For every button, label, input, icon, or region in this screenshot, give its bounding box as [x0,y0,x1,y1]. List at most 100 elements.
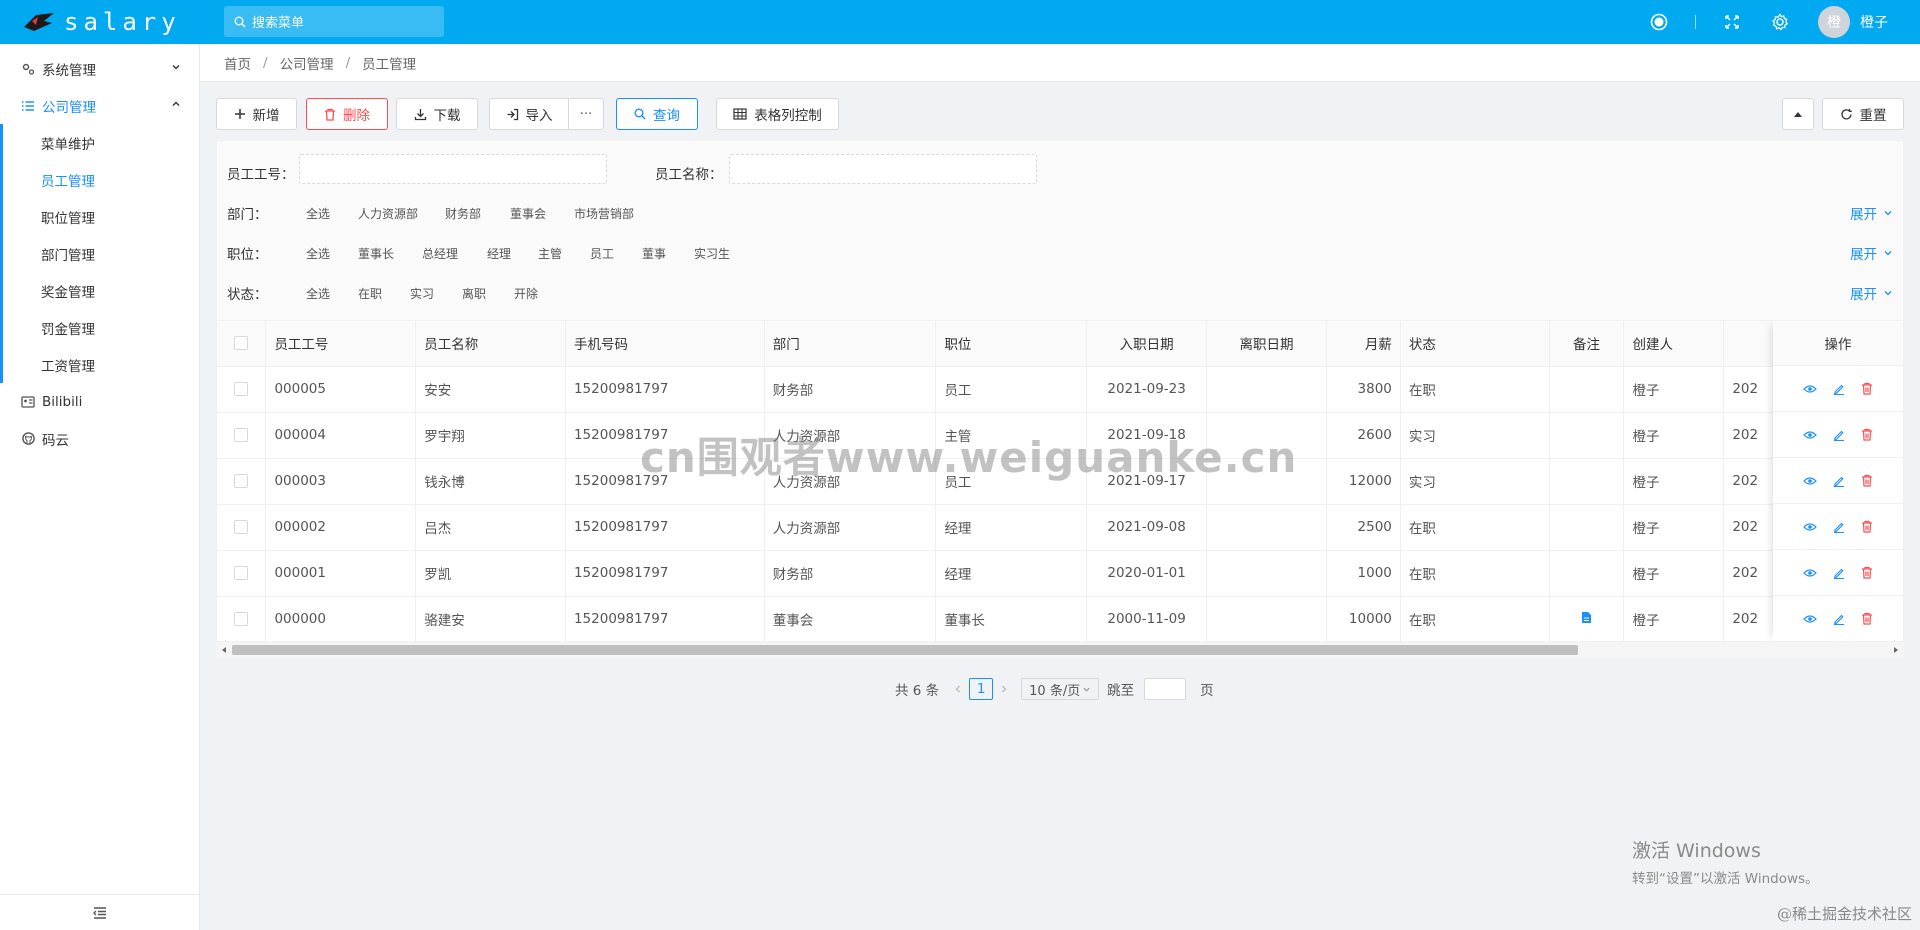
reset-button[interactable]: 重置 [1822,98,1904,130]
view-eye-icon[interactable] [1803,522,1817,532]
edit-pencil-icon[interactable] [1833,567,1845,579]
pos-option[interactable]: 主管 [538,245,562,262]
menu-search-input[interactable]: 搜索菜单 [224,6,444,37]
scroll-right-icon[interactable] [1892,646,1900,654]
row-checkbox[interactable] [217,458,267,505]
pos-option[interactable]: 董事长 [358,245,394,262]
sidebar-subitem-bonus[interactable]: 奖金管理 [3,272,199,309]
row-checkbox[interactable] [217,412,267,459]
page-size-select[interactable]: 10 条/页 [1021,678,1100,700]
table-horizontal-scrollbar[interactable] [216,642,1904,658]
row-checkbox[interactable] [217,504,267,551]
row-checkbox[interactable] [217,550,267,597]
col-header-salary[interactable]: 月薪 [1326,321,1401,367]
delete-trash-icon[interactable] [1861,428,1873,441]
col-header-dept[interactable]: 部门 [764,321,937,367]
col-header-position[interactable]: 职位 [935,321,1088,367]
pos-option[interactable]: 经理 [487,245,511,262]
dept-expand-button[interactable]: 展开 [1850,203,1893,223]
col-header-status[interactable]: 状态 [1400,321,1550,367]
pos-option[interactable]: 员工 [590,245,614,262]
view-eye-icon[interactable] [1803,430,1817,440]
brand[interactable]: salary [0,0,200,44]
username[interactable]: 橙子 [1860,12,1888,32]
scroll-left-icon[interactable] [220,646,228,654]
col-header-creator[interactable]: 创建人 [1623,321,1725,367]
dept-option[interactable]: 全选 [306,205,330,222]
sidebar-item-company[interactable]: 公司管理 [0,87,199,124]
sidebar-item-bilibili[interactable]: Bilibili [0,383,199,420]
pos-option[interactable]: 全选 [306,245,330,262]
col-header-emp-no[interactable]: 员工工号 [265,321,417,367]
sidebar-subitem-department[interactable]: 部门管理 [3,235,199,272]
status-expand-button[interactable]: 展开 [1850,283,1893,303]
status-option[interactable]: 离职 [462,285,486,302]
dept-option[interactable]: 人力资源部 [358,205,418,222]
status-option[interactable]: 开除 [514,285,538,302]
select-all-checkbox[interactable] [217,321,267,367]
delete-trash-icon[interactable] [1861,382,1873,395]
table-row[interactable]: 000001 罗凯 15200981797 财务部 经理 2020-01-01 1000 在职… [217,550,1903,597]
download-button[interactable]: 下载 [396,98,478,130]
sidebar-subitem-salary[interactable]: 工资管理 [3,346,199,383]
view-eye-icon[interactable] [1803,384,1817,394]
col-header-hire-date[interactable]: 入职日期 [1086,321,1208,367]
delete-button[interactable]: 删除 [306,98,388,130]
col-header-remark[interactable]: 备注 [1549,321,1625,367]
dept-option[interactable]: 市场营销部 [574,205,634,222]
import-more-button[interactable]: ··· [568,98,604,130]
col-header-phone[interactable]: 手机号码 [565,321,765,367]
delete-trash-icon[interactable] [1861,520,1873,533]
col-header-emp-name[interactable]: 员工名称 [415,321,566,367]
edit-pencil-icon[interactable] [1833,429,1845,441]
settings-gear-icon[interactable] [1762,0,1798,44]
sidebar-subitem-employee[interactable]: 员工管理 [3,161,199,198]
user-avatar[interactable]: 橙 [1818,6,1850,38]
emp-no-input[interactable] [299,154,607,184]
jump-page-input[interactable] [1144,678,1187,700]
pos-option[interactable]: 董事 [642,245,666,262]
sidebar-item-gitee[interactable]: 码云 [0,420,199,457]
dept-option[interactable]: 董事会 [510,205,546,222]
sidebar-subitem-menu[interactable]: 菜单维护 [3,124,199,161]
table-row[interactable]: 000002 吕杰 15200981797 人力资源部 经理 2021-09-08 2500… [217,504,1903,551]
edit-pencil-icon[interactable] [1833,521,1845,533]
add-button[interactable]: 新增 [216,98,297,130]
breadcrumb-company[interactable]: 公司管理 [280,53,334,73]
delete-trash-icon[interactable] [1861,566,1873,579]
pos-option[interactable]: 总经理 [422,245,458,262]
emp-name-input[interactable] [729,154,1037,184]
status-option[interactable]: 在职 [358,285,382,302]
status-option[interactable]: 全选 [306,285,330,302]
scrollbar-thumb[interactable] [232,645,1578,655]
edit-pencil-icon[interactable] [1833,475,1845,487]
dept-option[interactable]: 财务部 [445,205,481,222]
page-number-current[interactable]: 1 [969,678,994,700]
view-eye-icon[interactable] [1803,614,1817,624]
file-icon[interactable] [1581,611,1592,624]
sidebar-subitem-penalty[interactable]: 罚金管理 [3,309,199,346]
column-control-button[interactable]: 表格列控制 [716,98,839,130]
pos-expand-button[interactable]: 展开 [1850,243,1893,263]
sidebar-collapse-button[interactable] [0,894,200,930]
edit-pencil-icon[interactable] [1833,613,1845,625]
view-eye-icon[interactable] [1803,568,1817,578]
view-eye-icon[interactable] [1803,476,1817,486]
delete-trash-icon[interactable] [1861,474,1873,487]
import-button[interactable]: 导入 [489,98,569,130]
fullscreen-icon[interactable] [1714,0,1750,44]
delete-trash-icon[interactable] [1861,612,1873,625]
collapse-filter-button[interactable] [1782,98,1814,130]
sidebar-item-system[interactable]: 系统管理 [0,50,199,87]
pos-option[interactable]: 实习生 [694,245,730,262]
row-checkbox[interactable] [217,596,267,641]
next-page-icon[interactable] [999,684,1009,694]
table-row[interactable]: 000005 安安 15200981797 财务部 员工 2021-09-23 3800 在职… [217,366,1903,413]
row-checkbox[interactable] [217,366,267,413]
query-button[interactable]: 查询 [616,98,698,130]
theme-toggle-icon[interactable] [1641,0,1677,44]
edit-pencil-icon[interactable] [1833,383,1845,395]
sidebar-subitem-position[interactable]: 职位管理 [3,198,199,235]
table-row[interactable]: 000000 骆建安 15200981797 董事会 董事长 2000-11-09 1000… [217,596,1903,641]
col-header-leave-date[interactable]: 离职日期 [1206,321,1327,367]
